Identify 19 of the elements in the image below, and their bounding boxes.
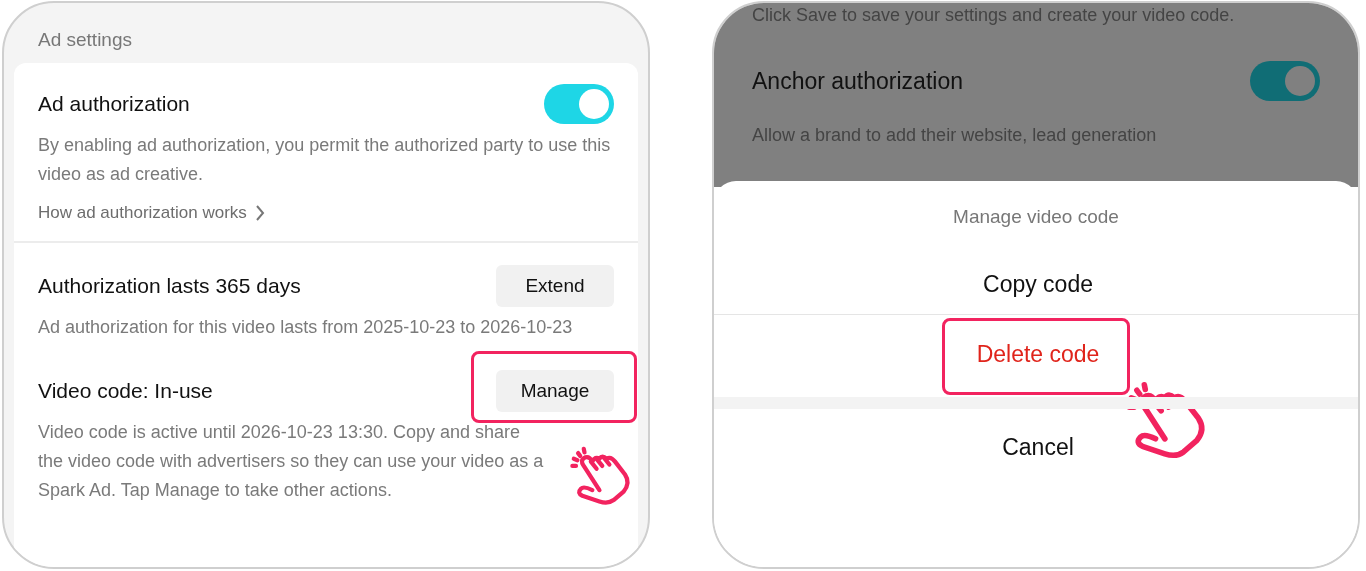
action-button[interactable]: Manage <box>496 370 614 412</box>
setting-title: Ad authorization <box>38 92 190 116</box>
help-link[interactable]: How ad authorization works <box>38 203 265 223</box>
setting-description: By enabling ad authorization, you permit the authorized party to use this video as ad creative. <box>38 134 612 186</box>
sheet-action[interactable]: Copy code <box>983 270 1093 298</box>
action-button[interactable]: Extend <box>496 265 614 307</box>
setting-description: Ad authorization for this video lasts from 2025-10-23 to 2026-10-23 <box>38 316 574 339</box>
toggle-switch[interactable] <box>544 84 614 124</box>
chevron-right-icon <box>254 204 265 222</box>
background-text: Click Save to save your settings and create your video code. <box>752 4 1236 27</box>
setting-description: Video code is active until 2026-10-23 13:30. Copy and share the video code with advertisers so they can use your video as a Spark Ad. Tap Manage to take other actions. <box>38 421 544 502</box>
sheet-action[interactable]: Delete code <box>976 340 1100 368</box>
setting-title: Anchor authorization <box>752 67 963 95</box>
setting-title: Authorization lasts 365 days <box>38 274 301 298</box>
setting-title: Video code: In-use <box>38 379 213 403</box>
sheet-title: Manage video code <box>952 205 1120 229</box>
setting-description: Allow a brand to add their website, lead generation <box>752 124 1158 147</box>
sheet-action[interactable]: Cancel <box>1002 433 1074 461</box>
section-title: Ad settings <box>37 28 133 52</box>
